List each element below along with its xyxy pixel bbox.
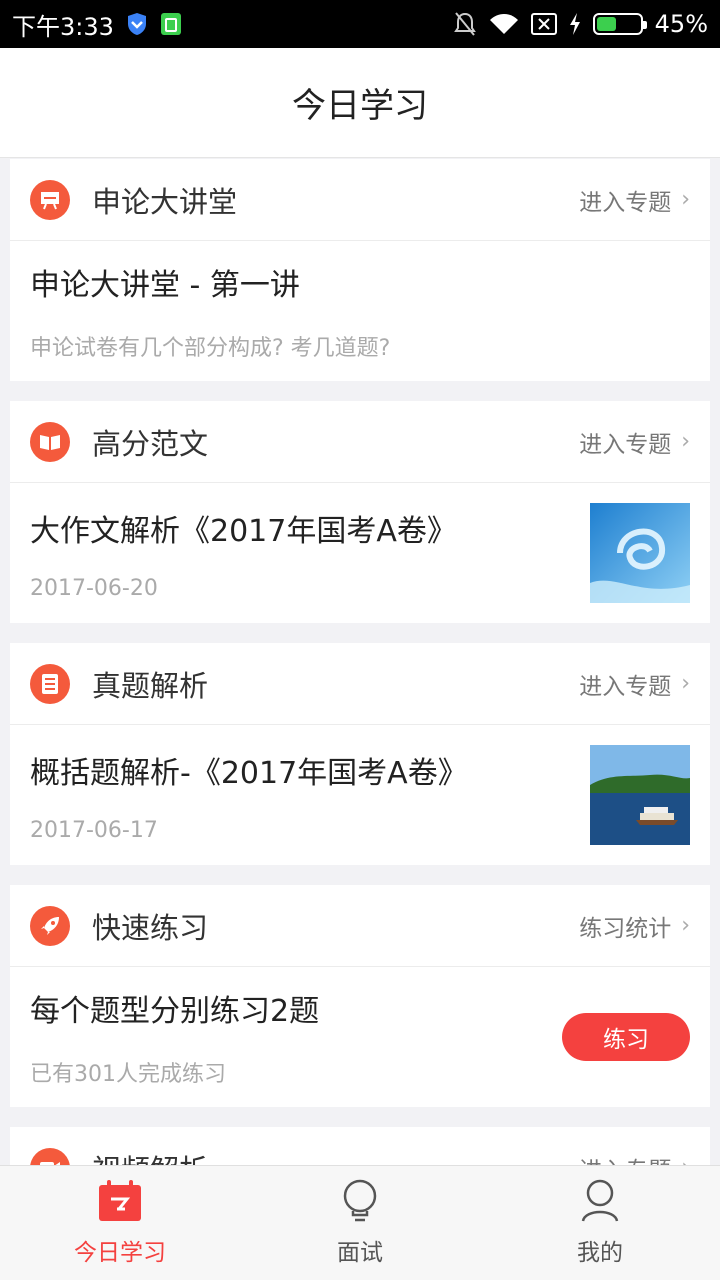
section-card-quick-practice: 快速练习 练习统计 › 每个题型分别练习2题 已有301人完成练习 练习 xyxy=(10,885,710,1107)
link-label: 进入专题 xyxy=(579,431,672,458)
feed[interactable]: 申论大讲堂 进入专题 › 申论大讲堂 - 第一讲 申论试卷有几个部分构成? 考几… xyxy=(0,159,720,1165)
section-title: 快速练习 xyxy=(92,910,209,945)
item-title: 概括题解析-《2017年国考A卷》 xyxy=(30,755,468,791)
battery-icon xyxy=(592,13,647,35)
tab-label: 面试 xyxy=(337,1240,383,1266)
link-label: 练习统计 xyxy=(579,915,672,942)
title-bar: 今日学习 xyxy=(0,48,720,158)
section-title: 高分范文 xyxy=(92,426,209,461)
list-item[interactable]: 概括题解析-《2017年国考A卷》 2017-06-17 xyxy=(10,725,710,865)
section-card-exam-analysis: 真题解析 进入专题 › 概括题解析-《2017年国考A卷》 2017-06-17 xyxy=(10,643,710,865)
status-time: 下午3:33 xyxy=(12,12,114,41)
section-title: 真题解析 xyxy=(92,668,209,703)
practice-button[interactable]: 练习 xyxy=(562,1013,690,1061)
charging-icon xyxy=(569,13,581,35)
tab-label: 今日学习 xyxy=(74,1240,166,1266)
chevron-right-icon: › xyxy=(681,429,690,454)
no-sim-icon xyxy=(530,13,557,35)
list-item[interactable]: 申论大讲堂 - 第一讲 申论试卷有几个部分构成? 考几道题? xyxy=(10,241,710,381)
section-header: 视频解析 进入专题 › xyxy=(10,1127,710,1165)
chevron-right-icon: › xyxy=(681,671,690,696)
calendar-icon xyxy=(97,1179,143,1227)
chevron-right-icon: › xyxy=(681,187,690,212)
section-header: 真题解析 进入专题 › xyxy=(10,643,710,725)
item-title: 每个题型分别练习2题 xyxy=(30,994,320,1029)
item-date: 2017-06-17 xyxy=(30,817,158,843)
page-title: 今日学习 xyxy=(292,86,428,126)
link-label: 进入专题 xyxy=(579,673,672,700)
presentation-icon xyxy=(30,179,70,220)
battery-percent: 45% xyxy=(654,10,708,38)
enter-topic-link[interactable]: 进入专题 › xyxy=(579,183,690,217)
section-header: 高分范文 进入专题 › xyxy=(10,401,710,483)
completion-count: 已有301人完成练习 xyxy=(30,1062,226,1087)
section-card-video: 视频解析 进入专题 › xyxy=(10,1127,710,1165)
section-title: 视频解析 xyxy=(92,1147,579,1166)
list-item[interactable]: 每个题型分别练习2题 已有301人完成练习 练习 xyxy=(10,967,710,1107)
item-title: 申论大讲堂 - 第一讲 xyxy=(30,268,300,303)
mute-bell-icon xyxy=(453,11,477,37)
shield-icon xyxy=(126,12,148,36)
enter-topic-link[interactable]: 进入专题 › xyxy=(579,1151,690,1166)
tab-today-study[interactable]: 今日学习 xyxy=(0,1166,240,1280)
book-icon xyxy=(30,421,70,462)
section-title: 申论大讲堂 xyxy=(92,184,238,219)
list-item[interactable]: 大作文解析《2017年国考A卷》 2017-06-20 xyxy=(10,483,710,623)
practice-stats-link[interactable]: 练习统计 › xyxy=(579,909,690,943)
chevron-right-icon: › xyxy=(681,913,690,938)
wifi-icon xyxy=(489,12,519,36)
link-label: 进入专题 xyxy=(579,1151,671,1166)
document-icon xyxy=(30,663,70,704)
link-label: 进入专题 xyxy=(579,189,672,216)
enter-topic-link[interactable]: 进入专题 › xyxy=(579,425,690,459)
item-subtitle: 申论试卷有几个部分构成? 考几道题? xyxy=(30,336,391,361)
chevron-right-icon: › xyxy=(681,1155,690,1165)
water-splash-image xyxy=(590,503,690,603)
item-title: 大作文解析《2017年国考A卷》 xyxy=(30,513,457,549)
rocket-icon xyxy=(30,905,70,946)
section-card-essay: 高分范文 进入专题 › 大作文解析《2017年国考A卷》 2017-06-20 xyxy=(10,401,710,623)
tab-profile[interactable]: 我的 xyxy=(480,1166,720,1280)
tab-label: 我的 xyxy=(577,1240,623,1266)
item-date: 2017-06-20 xyxy=(30,575,158,601)
user-icon xyxy=(580,1179,620,1227)
section-card-lecture: 申论大讲堂 进入专题 › 申论大讲堂 - 第一讲 申论试卷有几个部分构成? 考几… xyxy=(10,159,710,381)
bottom-tab-bar: 今日学习 面试 我的 xyxy=(0,1165,720,1280)
tab-interview[interactable]: 面试 xyxy=(240,1166,480,1280)
lake-boat-image xyxy=(590,745,690,845)
section-header: 申论大讲堂 进入专题 › xyxy=(10,159,710,241)
section-header: 快速练习 练习统计 › xyxy=(10,885,710,967)
status-bar: 下午3:33 45% xyxy=(0,0,720,48)
app-notification-icon xyxy=(160,12,182,36)
lightbulb-icon xyxy=(340,1179,380,1227)
video-icon xyxy=(30,1147,70,1165)
enter-topic-link[interactable]: 进入专题 › xyxy=(579,667,690,701)
